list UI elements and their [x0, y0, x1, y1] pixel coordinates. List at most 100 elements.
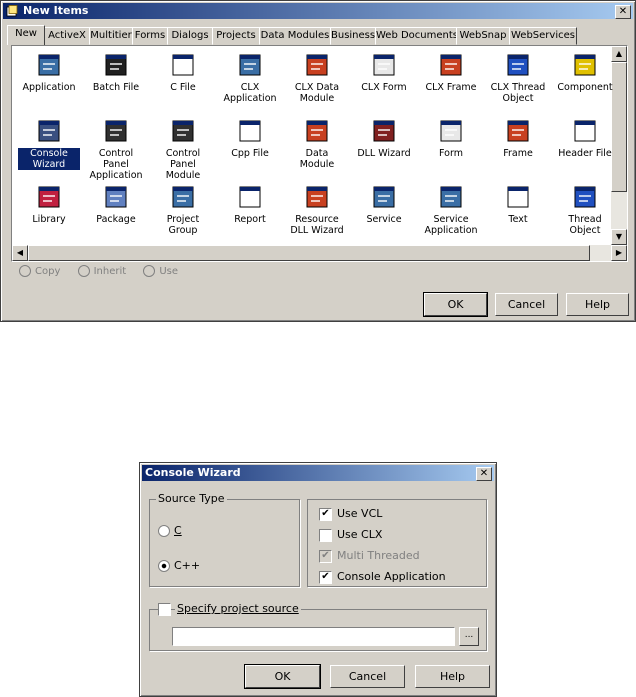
tab-activex[interactable]: ActiveX — [44, 27, 90, 45]
item-project-group[interactable]: Project Group — [152, 184, 214, 236]
report-icon — [237, 184, 263, 210]
items-listview[interactable]: ▲ ▼ ◀ ▶ Application Batch File C File CLX A… — [11, 45, 628, 262]
scroll-left-icon[interactable]: ◀ — [12, 245, 28, 261]
use-vcl-checkbox[interactable]: ✔ — [319, 508, 332, 521]
item-header-file[interactable]: Header File — [554, 118, 616, 159]
ok-button[interactable]: OK — [244, 664, 321, 689]
tab-data-modules[interactable]: Data Modules — [259, 27, 331, 45]
item-control-panel-module[interactable]: Control Panel Module — [152, 118, 214, 181]
cpp-file-icon — [237, 118, 263, 144]
console-application-checkbox[interactable]: ✔ — [319, 571, 332, 584]
scroll-right-icon[interactable]: ▶ — [611, 245, 627, 261]
item-c-file[interactable]: C File — [152, 52, 214, 93]
new-items-titlebar[interactable]: New Items ✕ — [3, 3, 633, 19]
item-label: Package — [96, 214, 136, 225]
multi-threaded-label: Multi Threaded — [337, 549, 420, 562]
horizontal-scrollbar[interactable]: ◀ ▶ — [12, 245, 627, 261]
project-group-icon — [170, 184, 196, 210]
item-clx-thread-object[interactable]: CLX Thread Object — [487, 52, 549, 104]
item-batch-file[interactable]: Batch File — [85, 52, 147, 93]
item-clx-frame[interactable]: CLX Frame — [420, 52, 482, 93]
package-icon — [103, 184, 129, 210]
item-label: CLX Form — [361, 82, 407, 93]
tab-business[interactable]: Business — [330, 27, 376, 45]
help-button[interactable]: Help — [415, 665, 490, 688]
item-label: CLX Frame — [425, 82, 477, 93]
item-frame[interactable]: Frame — [487, 118, 549, 159]
tab-webservices[interactable]: WebServices — [509, 27, 577, 45]
item-package[interactable]: Package — [85, 184, 147, 225]
component-icon — [572, 52, 598, 78]
specify-source-checkbox[interactable] — [158, 603, 171, 616]
tab-forms[interactable]: Forms — [132, 27, 168, 45]
new-items-dialog: New Items ✕ New ActiveX Multitier Forms … — [0, 0, 636, 322]
item-clx-form[interactable]: CLX Form — [353, 52, 415, 93]
clx-thread-object-icon — [505, 52, 531, 78]
tab-new[interactable]: New — [7, 25, 45, 45]
batch-file-icon — [103, 52, 129, 78]
use-clx-checkbox[interactable] — [319, 529, 332, 542]
item-clx-application[interactable]: CLX Application — [219, 52, 281, 104]
item-label: DLL Wizard — [357, 148, 411, 159]
options-group: ✔ Use VCL Use CLX ✔ Multi Threaded ✔ Con… — [307, 499, 487, 587]
item-label: Project Group — [166, 214, 200, 236]
item-text[interactable]: Text — [487, 184, 549, 225]
radio-inherit[interactable]: Inherit — [77, 265, 126, 277]
item-label: Resource DLL Wizard — [290, 214, 344, 236]
ok-button[interactable]: OK — [423, 292, 488, 317]
item-component[interactable]: Component — [554, 52, 616, 93]
item-control-panel-application[interactable]: Control Panel Application — [85, 118, 147, 181]
text-icon — [505, 184, 531, 210]
clx-data-module-icon — [304, 52, 330, 78]
close-icon[interactable]: ✕ — [476, 467, 492, 481]
radio-cpp[interactable]: C++ — [158, 559, 200, 572]
item-label: Header File — [558, 148, 612, 159]
item-mode-radios: Copy Inherit Use — [19, 265, 178, 277]
item-clx-data-module[interactable]: CLX Data Module — [286, 52, 348, 104]
item-console-wizard[interactable]: Console Wizard — [17, 118, 81, 171]
item-form[interactable]: Form — [420, 118, 482, 159]
item-report[interactable]: Report — [219, 184, 281, 225]
tab-web-documents[interactable]: Web Documents — [375, 27, 458, 45]
specify-source-group: Specify project source ... — [149, 602, 487, 651]
item-label: Batch File — [92, 82, 140, 93]
radio-use[interactable]: Use — [143, 265, 178, 277]
tab-websnap[interactable]: WebSnap — [456, 27, 510, 45]
console-wizard-titlebar[interactable]: Console Wizard ✕ — [142, 465, 494, 481]
new-items-title: New Items — [23, 4, 89, 17]
help-button[interactable]: Help — [566, 293, 629, 316]
item-label: Service Application — [424, 214, 478, 236]
tab-projects[interactable]: Projects — [212, 27, 260, 45]
item-data-module[interactable]: Data Module — [286, 118, 348, 170]
clx-form-icon — [371, 52, 397, 78]
radio-copy[interactable]: Copy — [19, 265, 60, 277]
tab-multitier[interactable]: Multitier — [89, 27, 133, 45]
horizontal-scroll-thumb[interactable] — [28, 245, 590, 261]
item-label: Cpp File — [231, 148, 269, 159]
item-service[interactable]: Service — [353, 184, 415, 225]
item-label: Report — [234, 214, 266, 225]
console-wizard-title: Console Wizard — [145, 466, 241, 479]
item-cpp-file[interactable]: Cpp File — [219, 118, 281, 159]
item-application[interactable]: Application — [18, 52, 80, 93]
cancel-button[interactable]: Cancel — [495, 293, 558, 316]
item-label: Control Panel Module — [165, 148, 201, 181]
item-resource-dll-wizard[interactable]: Resource DLL Wizard — [286, 184, 348, 236]
source-type-title: Source Type — [156, 492, 227, 505]
tab-dialogs[interactable]: Dialogs — [167, 27, 213, 45]
item-thread-object[interactable]: Thread Object — [554, 184, 616, 236]
item-label: Thread Object — [568, 214, 602, 236]
console-application-label: Console Application — [337, 570, 446, 583]
item-dll-wizard[interactable]: DLL Wizard — [353, 118, 415, 159]
cancel-button[interactable]: Cancel — [330, 665, 405, 688]
browse-button[interactable]: ... — [459, 627, 479, 646]
item-library[interactable]: Library — [18, 184, 80, 225]
specify-source-label: Specify project source — [175, 602, 301, 615]
new-items-icon — [6, 5, 18, 17]
project-source-input[interactable] — [172, 627, 455, 646]
radio-c[interactable]: C — [158, 524, 182, 537]
close-icon[interactable]: ✕ — [615, 5, 631, 19]
thread-object-icon — [572, 184, 598, 210]
control-panel-module-icon — [170, 118, 196, 144]
item-service-application[interactable]: Service Application — [420, 184, 482, 236]
